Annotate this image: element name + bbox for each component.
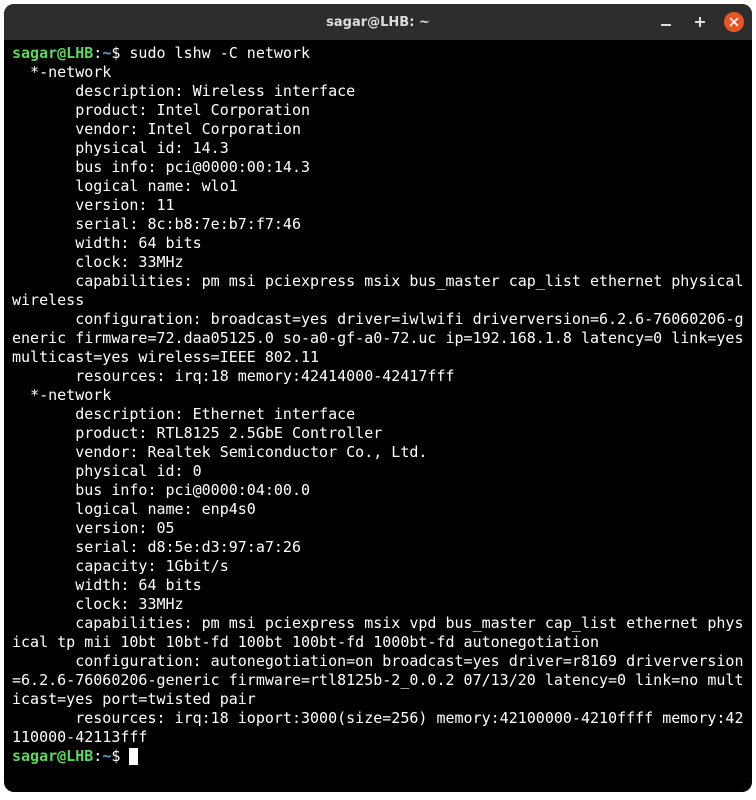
- close-icon: [729, 17, 739, 27]
- minimize-button[interactable]: [656, 12, 676, 32]
- window-title: sagar@LHB: ~: [326, 15, 430, 30]
- maximize-button[interactable]: [690, 12, 710, 32]
- command-output: *-network description: Wireless interfac…: [12, 63, 752, 746]
- prompt-path-2: ~: [102, 747, 111, 765]
- close-button[interactable]: [724, 12, 744, 32]
- maximize-icon: [694, 16, 706, 28]
- terminal-window: sagar@LHB: ~ sagar@LHB:~$ sudo lshw -C n…: [4, 4, 752, 792]
- prompt-user-host: sagar@LHB: [12, 44, 93, 62]
- prompt-colon-2: :: [93, 747, 102, 765]
- entered-command: sudo lshw -C network: [120, 44, 310, 62]
- prompt-path: ~: [102, 44, 111, 62]
- cursor: [129, 748, 138, 765]
- window-controls: [656, 12, 744, 32]
- terminal-body[interactable]: sagar@LHB:~$ sudo lshw -C network *-netw…: [4, 40, 752, 792]
- minimize-icon: [660, 16, 672, 28]
- prompt-dollar-2: $: [111, 747, 120, 765]
- prompt-user-host-2: sagar@LHB: [12, 747, 93, 765]
- prompt-colon: :: [93, 44, 102, 62]
- titlebar: sagar@LHB: ~: [4, 4, 752, 40]
